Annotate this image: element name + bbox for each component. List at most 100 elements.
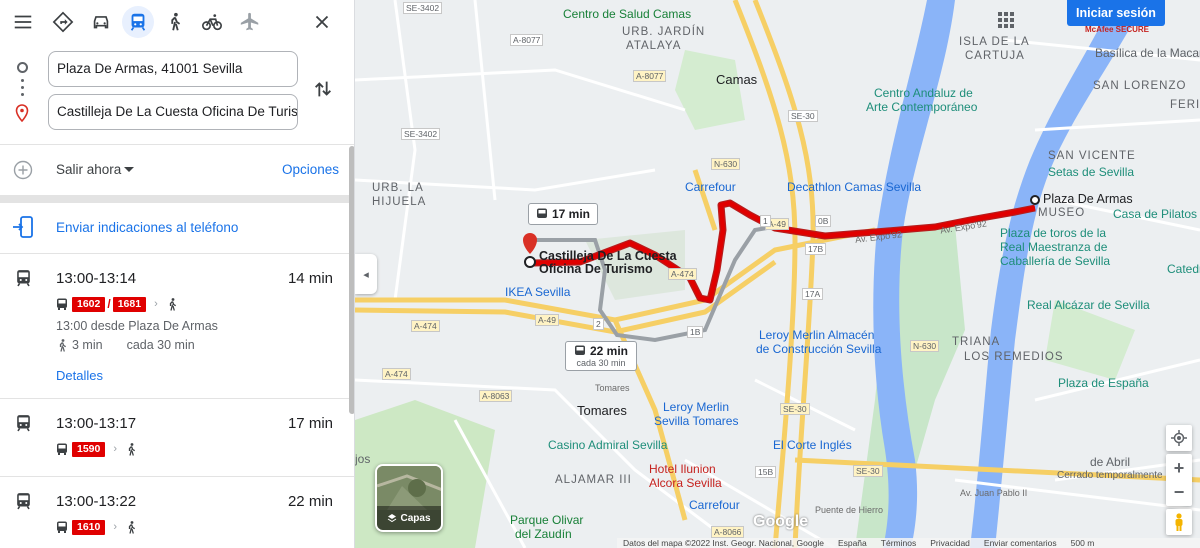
region-link[interactable]: España bbox=[838, 538, 867, 548]
area-label: SAN LORENZO bbox=[1093, 80, 1187, 92]
bus-line-badge: 1602 bbox=[72, 296, 106, 312]
road-shield: SE-3402 bbox=[401, 128, 441, 140]
place-label[interactable]: Leroy Merlin Almacén bbox=[759, 328, 874, 342]
place-label[interactable]: Sevilla Tomares bbox=[654, 414, 738, 428]
destination-marker-label[interactable]: Castilleja De La Cuesta Oficina De Turis… bbox=[539, 250, 679, 276]
mode-bicycle-button[interactable] bbox=[196, 6, 228, 38]
route-time-range: 13:00-13:22 bbox=[56, 493, 137, 510]
options-link[interactable]: Opciones bbox=[282, 162, 339, 177]
place-label[interactable]: IKEA Sevilla bbox=[505, 285, 570, 299]
place-label[interactable]: Real Maestranza de bbox=[1000, 240, 1107, 254]
map-canvas[interactable]: ◂ Centro de Salud Camas URB. JARDÍN ATAL… bbox=[355, 0, 1200, 548]
my-location-button[interactable] bbox=[1166, 425, 1192, 451]
road-shield: 2 bbox=[593, 318, 604, 330]
place-label[interactable]: del Zaudín bbox=[515, 527, 572, 541]
mode-flight-button[interactable] bbox=[234, 6, 266, 38]
place-label[interactable]: Carrefour bbox=[685, 180, 736, 194]
privacy-link[interactable]: Privacidad bbox=[930, 538, 970, 548]
connector-dot-icon bbox=[21, 79, 24, 82]
place-label[interactable]: Arte Contemporáneo bbox=[866, 100, 977, 114]
road-shield: A-8063 bbox=[479, 390, 513, 402]
place-label[interactable]: Casa de Pilatos bbox=[1113, 207, 1197, 221]
feedback-link[interactable]: Enviar comentarios bbox=[984, 538, 1057, 548]
route-legs: 1602 / 1681 › bbox=[56, 296, 178, 312]
route-callout-22min[interactable]: 22 min cada 30 min bbox=[565, 341, 638, 371]
collapse-panel-button[interactable]: ◂ bbox=[355, 254, 377, 294]
area-label: ALJAMAR III bbox=[555, 474, 632, 486]
route-details-link[interactable]: Detalles bbox=[56, 368, 103, 383]
callout-main: 22 min bbox=[574, 344, 628, 358]
scale-label: 500 m bbox=[1070, 538, 1095, 548]
destination-pin-icon[interactable] bbox=[523, 233, 537, 254]
close-icon bbox=[315, 15, 329, 29]
sign-in-button[interactable]: Iniciar sesión bbox=[1067, 0, 1165, 26]
route-legs: 1590 › bbox=[56, 441, 137, 457]
route-option[interactable]: 13:00-13:17 17 min 1590 › bbox=[0, 413, 350, 475]
place-label[interactable]: Catedra bbox=[1167, 262, 1200, 276]
depart-now-dropdown[interactable]: Salir ahora bbox=[56, 162, 121, 177]
route-inputs: Plaza De Armas, 41001 Sevilla Castilleja… bbox=[0, 44, 354, 144]
mode-transit-button[interactable] bbox=[122, 6, 154, 38]
area-label: ATALAYA bbox=[626, 40, 682, 52]
origin-marker-label[interactable]: Plaza De Armas bbox=[1043, 192, 1133, 206]
flight-icon bbox=[240, 12, 259, 31]
bus-icon bbox=[537, 208, 547, 218]
add-stop-icon[interactable] bbox=[13, 160, 33, 180]
send-to-phone-link: Enviar indicaciones al teléfono bbox=[56, 220, 239, 235]
park-area bbox=[675, 50, 745, 130]
origin-input[interactable]: Plaza De Armas, 41001 Sevilla bbox=[48, 51, 298, 87]
area-label: ISLA DE LA bbox=[959, 36, 1030, 48]
route-callout-17min[interactable]: 17 min bbox=[528, 203, 599, 225]
mode-car-button[interactable] bbox=[85, 6, 117, 38]
route-duration: 14 min bbox=[287, 270, 333, 287]
mode-best-button[interactable] bbox=[47, 6, 79, 38]
place-label[interactable]: Carrefour bbox=[689, 498, 740, 512]
street-view-button[interactable] bbox=[1166, 509, 1192, 535]
walk-icon bbox=[128, 442, 136, 456]
depart-time-row: Salir ahora Opciones bbox=[0, 152, 350, 188]
send-to-phone-row[interactable]: Enviar indicaciones al teléfono bbox=[0, 205, 350, 251]
city-label: Tomares bbox=[577, 403, 627, 418]
place-label[interactable]: Decathlon Camas Sevilla bbox=[787, 180, 921, 194]
menu-button[interactable] bbox=[7, 6, 39, 38]
bus-line-badge: 1681 bbox=[112, 296, 147, 312]
place-label[interactable]: Centro Andaluz de bbox=[874, 86, 973, 100]
place-label[interactable]: Setas de Sevilla bbox=[1048, 165, 1134, 179]
place-label[interactable]: Parque Olivar bbox=[510, 513, 583, 527]
terms-link[interactable]: Términos bbox=[881, 538, 916, 548]
close-button[interactable] bbox=[306, 6, 338, 38]
maps-app: Plaza De Armas, 41001 Sevilla Castilleja… bbox=[0, 0, 1200, 548]
place-label[interactable]: Leroy Merlin bbox=[663, 400, 729, 414]
zoom-out-button[interactable]: − bbox=[1174, 480, 1185, 504]
section-divider bbox=[0, 195, 350, 203]
my-location-icon bbox=[1171, 430, 1187, 446]
zoom-in-button[interactable]: + bbox=[1174, 456, 1185, 480]
route-option[interactable]: 13:00-13:14 14 min 1602 / 1681 › 13:00 d… bbox=[0, 268, 350, 398]
walk-icon bbox=[171, 12, 181, 31]
place-label[interactable]: Caballería de Sevilla bbox=[1000, 254, 1110, 268]
place-label[interactable]: Basílica de la Macarena bbox=[1095, 46, 1200, 60]
place-label[interactable]: Centro de Salud Camas bbox=[563, 7, 691, 21]
place-label[interactable]: Plaza de toros de la bbox=[1000, 226, 1106, 240]
place-label[interactable]: Hotel Ilunion bbox=[649, 462, 716, 476]
place-label[interactable]: Real Alcázar de Sevilla bbox=[1027, 298, 1150, 312]
place-label: jos bbox=[355, 452, 371, 466]
place-label[interactable]: de Construcción Sevilla bbox=[756, 342, 881, 356]
origin-marker-icon[interactable] bbox=[1030, 195, 1040, 205]
transit-icon bbox=[130, 13, 146, 31]
road-shield: SE-3402 bbox=[403, 2, 443, 14]
place-label[interactable]: Plaza de España bbox=[1058, 376, 1149, 390]
place-label[interactable]: El Corte Inglés bbox=[773, 438, 852, 452]
destination-input[interactable]: Castilleja De La Cuesta Oficina De Turis… bbox=[48, 94, 298, 130]
place-label[interactable]: Casino Admiral Sevilla bbox=[548, 438, 667, 452]
street-label: Puente de Hierro bbox=[815, 505, 884, 515]
route-option[interactable]: 13:00-13:22 22 min 1610 › bbox=[0, 491, 350, 548]
chevron-down-icon[interactable] bbox=[124, 167, 134, 172]
mode-walk-button[interactable] bbox=[159, 6, 191, 38]
place-label: de Abril bbox=[1090, 455, 1131, 469]
callout-duration: 22 min bbox=[590, 344, 629, 358]
apps-grid-icon[interactable] bbox=[998, 12, 1014, 28]
layers-button[interactable]: Capas bbox=[375, 464, 443, 532]
swap-icon[interactable] bbox=[312, 78, 334, 100]
place-label[interactable]: Alcora Sevilla bbox=[649, 476, 722, 490]
